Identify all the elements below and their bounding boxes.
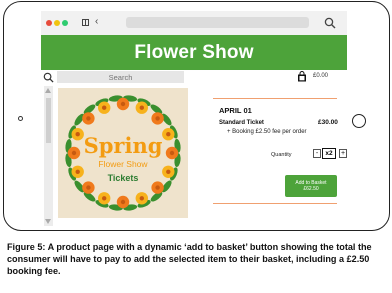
divider	[213, 98, 337, 99]
scroll-down-icon[interactable]	[45, 219, 51, 224]
address-bar[interactable]	[126, 17, 309, 28]
screen: ‹ Flower Show £0.00	[41, 11, 347, 229]
search-input[interactable]	[57, 71, 184, 83]
basket-total[interactable]: £0.00	[313, 73, 328, 79]
booking-fee-note: + Booking £2.50 fee per order	[227, 129, 307, 135]
scrollbar-thumb[interactable]	[46, 98, 51, 143]
quantity-value[interactable]: x2	[322, 148, 336, 159]
search-icon[interactable]	[324, 17, 336, 29]
ticket-name: Standard Ticket	[219, 120, 264, 126]
quantity-increase-button[interactable]: +	[339, 149, 347, 158]
shopping-bag-icon[interactable]	[297, 71, 307, 82]
window-minimize-button[interactable]	[54, 20, 60, 26]
product-image: Spring Flower Show Tickets	[58, 88, 188, 218]
divider	[213, 203, 337, 204]
window-maximize-button[interactable]	[62, 20, 68, 26]
add-to-basket-button[interactable]: Add to Basket £62.50	[285, 175, 337, 197]
site-banner: Flower Show	[41, 35, 347, 70]
scrollbar[interactable]	[44, 86, 53, 226]
tablet-frame: ‹ Flower Show £0.00	[3, 1, 390, 231]
camera-icon	[18, 116, 23, 121]
image-subtitle: Flower Show	[98, 159, 148, 169]
browser-toolbar: ‹	[41, 11, 347, 35]
add-to-basket-total: £62.50	[303, 186, 319, 192]
event-date: APRIL 01	[219, 106, 252, 115]
home-button[interactable]	[352, 114, 366, 128]
scroll-up-icon[interactable]	[45, 88, 51, 93]
window-close-button[interactable]	[46, 20, 52, 26]
figure-caption: Figure 5: A product page with a dynamic …	[7, 242, 372, 277]
chevron-left-icon[interactable]: ‹	[95, 16, 98, 28]
image-tickets-label: Tickets	[107, 173, 139, 183]
quantity-decrease-button[interactable]: -	[313, 149, 321, 158]
quantity-label: Quantity	[271, 152, 292, 158]
search-icon[interactable]	[43, 72, 54, 83]
image-title: Spring	[83, 133, 163, 158]
sidebar-toggle-icon[interactable]	[82, 19, 89, 26]
ticket-price: £30.00	[318, 119, 338, 126]
